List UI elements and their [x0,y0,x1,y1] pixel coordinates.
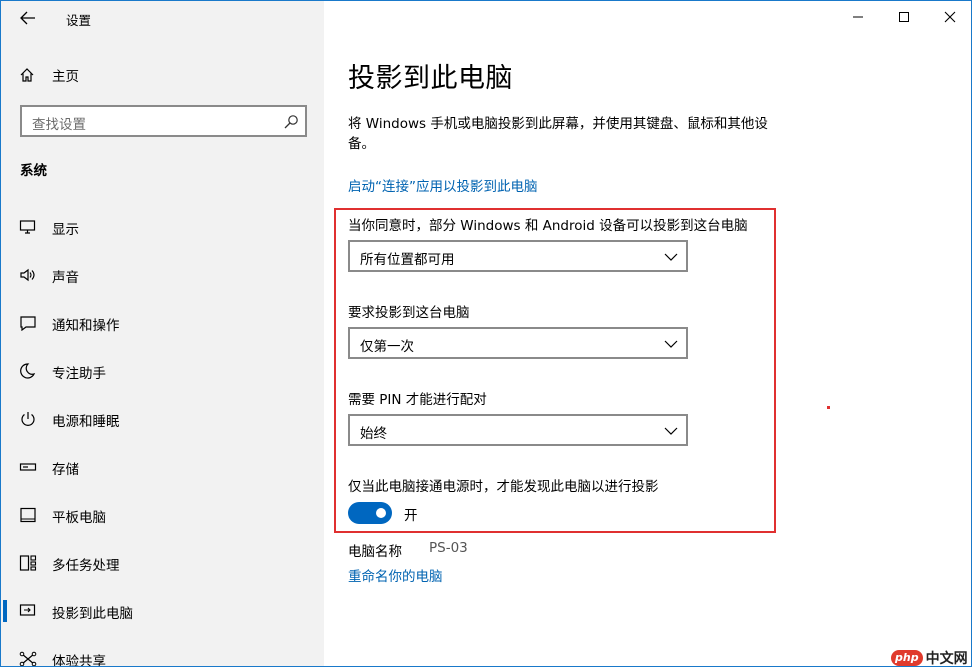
sidebar-item-sound[interactable]: 声音 [1,255,324,295]
sidebar-item-label: 体验共享 [52,654,106,667]
sidebar-item-label: 存储 [52,462,79,478]
sidebar-item-label: 电源和睡眠 [52,414,120,430]
active-indicator [3,600,7,622]
home-label: 主页 [52,69,79,85]
notification-icon [20,316,36,331]
chevron-down-icon [664,253,678,261]
power-toggle-state: 开 [404,508,418,524]
toggle-knob [376,508,386,518]
tablet-icon [20,507,36,523]
sidebar: 设置 主页 查找设置 系统 显示 声音 通知和操作 专注助手 电源和睡眠 存储 … [1,1,324,667]
sidebar-item-tablet[interactable]: 平板电脑 [1,495,324,535]
sidebar-item-storage[interactable]: 存储 [1,447,324,487]
sidebar-item-shared-experiences[interactable]: 体验共享 [1,639,324,667]
pc-name-label: 电脑名称 [348,544,402,560]
page-title: 投影到此电脑 [348,63,513,94]
ask-value: 仅第一次 [360,339,414,355]
pc-name-value: PS-03 [429,540,468,556]
multitask-icon [19,555,37,571]
sidebar-item-focus-assist[interactable]: 专注助手 [1,351,324,391]
pin-dropdown[interactable]: 始终 [348,414,688,446]
chevron-down-icon [664,427,678,435]
power-toggle[interactable] [348,502,392,524]
sidebar-item-power[interactable]: 电源和睡眠 [1,399,324,439]
pin-label: 需要 PIN 才能进行配对 [348,392,487,408]
watermark: php 中文网 [891,648,968,667]
power-icon [21,412,35,426]
main-content: 投影到此电脑 将 Windows 手机或电脑投影到此屏幕，并使用其键盘、鼠标和其… [324,1,971,666]
sidebar-item-multitasking[interactable]: 多任务处理 [1,543,324,583]
watermark-text: 中文网 [925,651,968,667]
storage-icon [19,463,37,471]
sidebar-item-notifications[interactable]: 通知和操作 [1,303,324,343]
sidebar-home[interactable]: 主页 [19,63,79,87]
sidebar-item-label: 投影到此电脑 [52,606,133,622]
sidebar-item-display[interactable]: 显示 [1,207,324,247]
chevron-down-icon [664,340,678,348]
sidebar-item-label: 显示 [52,222,79,238]
home-icon [19,67,39,83]
section-label: 系统 [20,163,47,179]
ask-dropdown[interactable]: 仅第一次 [348,327,688,359]
launch-connect-link[interactable]: 启动“连接”应用以投影到此电脑 [348,175,538,195]
pin-value: 始终 [360,426,387,442]
ask-label: 要求投影到这台电脑 [348,305,470,321]
sidebar-item-label: 通知和操作 [52,318,120,334]
settings-window: 设置 主页 查找设置 系统 显示 声音 通知和操作 专注助手 电源和睡眠 存储 … [0,0,972,667]
back-button[interactable] [11,3,45,33]
availability-value: 所有位置都可用 [360,252,455,268]
page-description: 将 Windows 手机或电脑投影到此屏幕，并使用其键盘、鼠标和其他设备。 [348,116,768,152]
app-title: 设置 [66,13,92,28]
sidebar-item-label: 声音 [52,270,79,286]
power-label: 仅当此电脑接通电源时，才能发现此电脑以进行投影 [348,479,659,495]
share-icon [19,651,37,666]
speaker-icon [20,268,35,282]
search-input[interactable]: 查找设置 [20,105,307,137]
sidebar-item-label: 平板电脑 [52,510,106,526]
moon-icon [20,363,36,379]
sidebar-item-label: 多任务处理 [52,558,120,574]
availability-dropdown[interactable]: 所有位置都可用 [348,240,688,272]
sidebar-item-label: 专注助手 [52,366,106,382]
availability-label: 当你同意时，部分 Windows 和 Android 设备可以投影到这台电脑 [348,218,748,234]
arrow-left-icon [20,11,35,25]
search-icon[interactable] [283,114,299,130]
search-placeholder: 查找设置 [32,117,86,133]
red-dot-marker [827,406,830,409]
rename-pc-link[interactable]: 重命名你的电脑 [348,565,443,585]
sidebar-item-project-to-pc[interactable]: 投影到此电脑 [1,591,324,631]
monitor-icon [19,220,36,234]
project-icon [19,604,36,616]
watermark-logo: php [891,650,923,666]
